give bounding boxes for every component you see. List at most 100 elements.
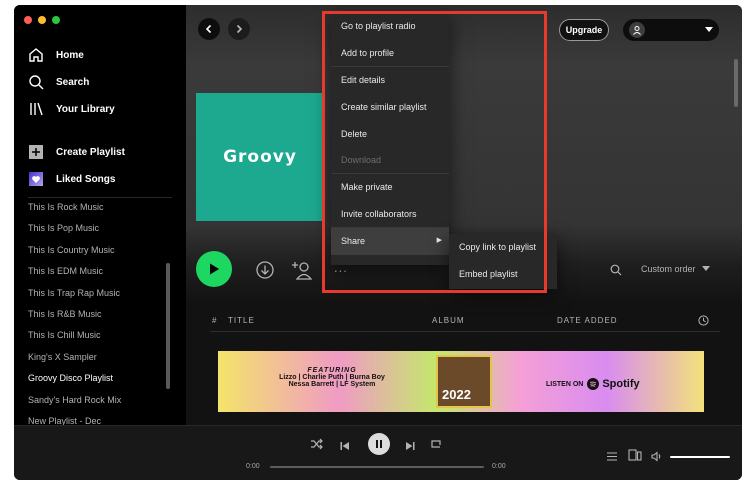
sidebar-scrollbar[interactable]: [166, 263, 170, 389]
menu-item-make-private[interactable]: Make private: [331, 174, 449, 201]
spotify-icon: [587, 378, 600, 390]
banner-text: FEATURING Lizzo | Charlie Puth | Burna B…: [262, 367, 402, 388]
nav-search[interactable]: Search: [28, 74, 89, 90]
sidebar: Home Search Your Library Create Playlist…: [14, 5, 186, 426]
spotify-logo: Spotify: [587, 378, 640, 390]
menu-item-invite-collaborators[interactable]: Invite collaborators: [331, 201, 449, 229]
listen-on-label: LISTEN ON: [546, 380, 584, 388]
maximize-window-button[interactable]: [52, 16, 60, 24]
sidebar-playlist-item[interactable]: This Is Country Music: [14, 240, 172, 261]
connect-device-button[interactable]: [628, 448, 642, 466]
download-button[interactable]: [256, 261, 274, 284]
next-button[interactable]: [405, 438, 415, 456]
shuffle-button[interactable]: [310, 437, 323, 455]
menu-item-add-to-profile[interactable]: Add to profile: [331, 40, 449, 67]
back-button[interactable]: [198, 18, 220, 40]
sidebar-playlist-item[interactable]: This Is Rock Music: [14, 197, 172, 218]
sort-label: Custom order: [641, 264, 696, 274]
sort-dropdown[interactable]: Custom order: [641, 264, 710, 274]
nav-search-label: Search: [56, 76, 90, 88]
chevron-right-icon: [236, 24, 243, 34]
menu-item-label: Delete: [341, 128, 368, 139]
sidebar-playlist-item[interactable]: This Is Pop Music: [14, 218, 172, 239]
spotify-window: Home Search Your Library Create Playlist…: [14, 5, 742, 480]
nav-home[interactable]: Home: [28, 47, 84, 63]
queue-button[interactable]: [606, 449, 618, 467]
sidebar-playlist-item[interactable]: This Is EDM Music: [14, 261, 172, 282]
download-icon: [256, 261, 274, 279]
add-user-icon: [292, 262, 313, 280]
menu-item-share[interactable]: Share ▶: [331, 228, 449, 256]
column-duration[interactable]: [698, 315, 709, 328]
listen-on-spotify: LISTEN ON Spotify: [546, 378, 640, 390]
create-playlist-button[interactable]: Create Playlist: [28, 144, 125, 160]
profile-menu-button[interactable]: [623, 19, 719, 41]
ad-banner[interactable]: FEATURING Lizzo | Charlie Puth | Burna B…: [218, 351, 704, 412]
player-bar: 0:00 0:00: [14, 425, 742, 480]
menu-item-delete[interactable]: Delete: [331, 121, 449, 148]
previous-button[interactable]: [340, 438, 350, 456]
menu-item-edit-details[interactable]: Edit details: [331, 67, 449, 94]
sidebar-playlist-item[interactable]: King's X Sampler: [14, 347, 172, 368]
menu-item-label: Share: [341, 236, 366, 247]
menu-item-create-similar-playlist[interactable]: Create similar playlist: [331, 94, 449, 121]
track-table-header: # TITLE ALBUM DATE ADDED: [210, 312, 720, 332]
search-in-playlist-button[interactable]: [610, 263, 622, 281]
sidebar-playlist-item[interactable]: Sandy's Hard Rock Mix: [14, 390, 172, 411]
queue-icon: [607, 452, 617, 461]
search-icon: [610, 264, 622, 276]
avatar: [629, 22, 645, 38]
main-view: Upgrade Groovy ... Custom order # TITLE …: [186, 5, 742, 425]
banner-artists-line2: Nessa Barrett | LF System: [288, 381, 376, 388]
playlist-cover[interactable]: Groovy: [196, 93, 324, 221]
nav-home-label: Home: [56, 49, 84, 61]
column-album[interactable]: ALBUM: [432, 316, 465, 325]
nav-library[interactable]: Your Library: [28, 101, 115, 117]
caret-down-icon: [705, 27, 713, 32]
main-scrollbar[interactable]: [734, 59, 738, 107]
chevron-left-icon: [205, 24, 212, 34]
submenu-embed-playlist[interactable]: Embed playlist: [449, 261, 557, 288]
menu-item-download: Download: [331, 147, 449, 175]
search-icon: [29, 75, 44, 90]
pause-icon: [376, 440, 382, 448]
column-number: #: [212, 316, 218, 325]
home-icon: [29, 48, 43, 62]
banner-album-art: 2022: [436, 355, 492, 408]
forward-button[interactable]: [228, 18, 250, 40]
submenu-copy-link[interactable]: Copy link to playlist: [449, 234, 557, 261]
sidebar-playlist-item[interactable]: This Is Trap Rap Music: [14, 283, 172, 304]
menu-item-label: Make private: [341, 182, 393, 193]
time-elapsed: 0:00: [246, 463, 260, 470]
clock-icon: [698, 315, 709, 326]
play-button[interactable]: [196, 251, 232, 287]
menu-item-label: Invite collaborators: [341, 209, 417, 220]
menu-item-label: Edit details: [341, 74, 386, 85]
share-submenu: Copy link to playlist Embed playlist: [449, 234, 557, 289]
minimize-window-button[interactable]: [38, 16, 46, 24]
context-menu: Go to playlist radio Add to profile Edit d…: [331, 13, 449, 265]
playlist-list: This Is Rock Music This Is Pop Music This …: [14, 197, 172, 432]
sidebar-playlist-item[interactable]: Groovy Disco Playlist: [14, 368, 172, 389]
sidebar-playlist-item[interactable]: This Is R&B Music: [14, 304, 172, 325]
close-window-button[interactable]: [24, 16, 32, 24]
banner-featuring: FEATURING: [307, 367, 357, 374]
heart-icon: [29, 172, 43, 186]
repeat-button[interactable]: [430, 437, 442, 455]
repeat-icon: [431, 440, 441, 448]
volume-slider[interactable]: [670, 456, 730, 458]
menu-item-label: Download: [341, 155, 382, 166]
pause-button[interactable]: [368, 433, 390, 455]
invite-collaborator-button[interactable]: [291, 259, 313, 286]
upgrade-button[interactable]: Upgrade: [559, 19, 609, 41]
progress-bar[interactable]: [270, 466, 484, 468]
column-title[interactable]: TITLE: [228, 316, 255, 325]
user-icon: [633, 26, 641, 35]
column-date-added[interactable]: DATE ADDED: [557, 316, 618, 325]
sidebar-playlist-item[interactable]: This Is Chill Music: [14, 325, 172, 346]
liked-songs-button[interactable]: Liked Songs: [28, 171, 115, 187]
menu-item-go-to-playlist-radio[interactable]: Go to playlist radio: [331, 13, 449, 40]
spotify-wordmark: Spotify: [602, 378, 640, 390]
volume-button[interactable]: [651, 449, 663, 467]
shuffle-icon: [311, 438, 323, 450]
